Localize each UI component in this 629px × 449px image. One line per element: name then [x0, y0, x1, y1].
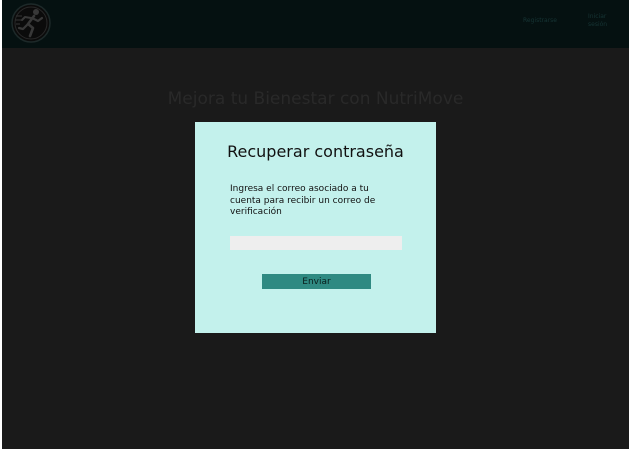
modal-description: Ingresa el correo asociado a tu cuenta p…: [230, 184, 376, 217]
modal-title: Recuperar contraseña: [227, 142, 404, 161]
password-recovery-modal: Recuperar contraseña Ingresa el correo a…: [195, 122, 436, 333]
send-button[interactable]: Enviar: [262, 274, 371, 289]
page: Registrarse Iniciar sesión Mejora tu Bie…: [2, 0, 629, 449]
email-input[interactable]: [230, 236, 402, 250]
